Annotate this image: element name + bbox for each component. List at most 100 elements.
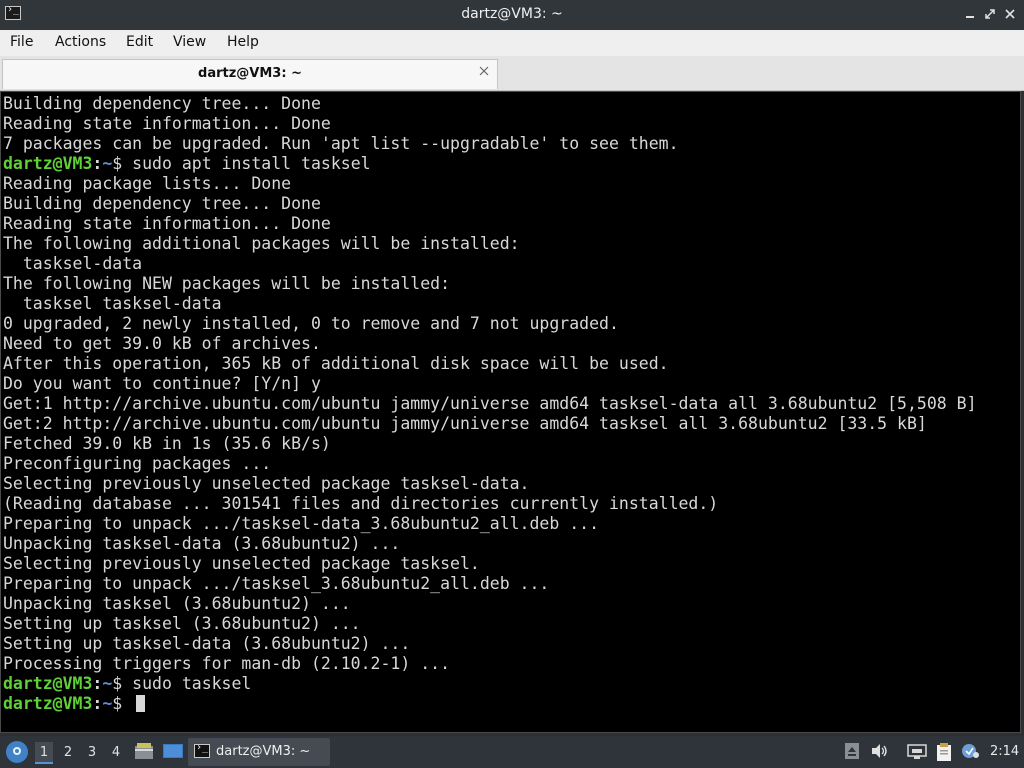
terminal-line-text: tasksel-data: [3, 254, 143, 273]
terminal-line-text: Selecting previously unselected package …: [3, 474, 530, 493]
terminal-line: Reading state information... Done: [3, 214, 977, 234]
prompt-symbol: $: [112, 694, 123, 713]
terminal-line-text: Get:2 http://archive.ubuntu.com/ubuntu j…: [3, 414, 927, 433]
terminal-line: Setting up tasksel-data (3.68ubuntu2) ..…: [3, 634, 977, 654]
menu-edit[interactable]: Edit: [126, 34, 153, 50]
prompt-path: ~: [102, 674, 113, 693]
terminal-view[interactable]: Building dependency tree... Done Reading …: [0, 91, 1021, 733]
eject-icon[interactable]: [843, 743, 861, 761]
minimize-button[interactable]: [962, 6, 978, 22]
terminal-line: The following additional packages will b…: [3, 234, 977, 254]
lxqt-menu-icon[interactable]: [6, 741, 28, 763]
clock: 2:14: [990, 744, 1020, 759]
prompt-path: ~: [102, 694, 113, 713]
terminal-line: Unpacking tasksel-data (3.68ubuntu2) ...: [3, 534, 977, 554]
terminal-line: Building dependency tree... Done: [3, 194, 977, 214]
close-window-button[interactable]: [1002, 6, 1018, 22]
terminal-line: 7 packages can be upgraded. Run 'apt lis…: [3, 134, 977, 154]
taskbar-task-terminal[interactable]: dartz@VM3: ~: [188, 738, 330, 766]
terminal-line-text: Building dependency tree... Done: [3, 94, 321, 113]
terminal-line: Preparing to unpack .../tasksel_3.68ubun…: [3, 574, 977, 594]
terminal-line-text: [122, 694, 132, 713]
workspace-4[interactable]: 4: [107, 742, 125, 764]
workspace-3[interactable]: 3: [83, 742, 101, 764]
terminal-line-text: Reading state information... Done: [3, 114, 331, 133]
terminal-line-text: Get:1 http://archive.ubuntu.com/ubuntu j…: [3, 394, 977, 413]
menu-help[interactable]: Help: [227, 34, 259, 50]
prompt-separator: :: [92, 674, 103, 693]
terminal-line: Preconfiguring packages ...: [3, 454, 977, 474]
terminal-line-text: Do you want to continue? [Y/n] y: [3, 374, 321, 393]
menu-bar: File Actions Edit View Help: [0, 30, 1024, 56]
terminal-line: Need to get 39.0 kB of archives.: [3, 334, 977, 354]
menu-file[interactable]: File: [10, 34, 33, 50]
close-icon: [1005, 9, 1015, 19]
minimize-icon: [966, 16, 974, 18]
text-cursor: [136, 695, 146, 712]
terminal-line: Do you want to continue? [Y/n] y: [3, 374, 977, 394]
clipboard-icon[interactable]: [935, 743, 953, 761]
prompt-separator: :: [92, 154, 103, 173]
menu-view[interactable]: View: [173, 34, 206, 50]
maximize-icon: [985, 9, 995, 19]
terminal-line: tasksel tasksel-data: [3, 294, 977, 314]
window-title: dartz@VM3: ~: [461, 6, 563, 22]
terminal-icon: [194, 742, 210, 758]
volume-icon[interactable]: [871, 743, 889, 761]
terminal-line: (Reading database ... 301541 files and d…: [3, 494, 977, 514]
network-icon[interactable]: [907, 743, 927, 761]
terminal-line-text: Unpacking tasksel (3.68ubuntu2) ...: [3, 594, 351, 613]
terminal-line: Preparing to unpack .../tasksel-data_3.6…: [3, 514, 977, 534]
workspace-2[interactable]: 2: [59, 742, 77, 764]
terminal-line: tasksel-data: [3, 254, 977, 274]
prompt-user-host: dartz@VM3: [3, 694, 93, 713]
terminal-line: Selecting previously unselected package …: [3, 554, 977, 574]
terminal-line-text: Setting up tasksel (3.68ubuntu2) ...: [3, 614, 361, 633]
task-label: dartz@VM3: ~: [216, 744, 311, 759]
terminal-line-text: Reading package lists... Done: [3, 174, 292, 193]
terminal-line: dartz@VM3:~$ sudo apt install tasksel: [3, 154, 977, 174]
terminal-line-text: Unpacking tasksel-data (3.68ubuntu2) ...: [3, 534, 401, 553]
terminal-line-text: Building dependency tree... Done: [3, 194, 321, 213]
terminal-line: Building dependency tree... Done: [3, 94, 977, 114]
terminal-line: Get:2 http://archive.ubuntu.com/ubuntu j…: [3, 414, 977, 434]
prompt-symbol: $: [112, 674, 123, 693]
terminal-line-text: Preparing to unpack .../tasksel-data_3.6…: [3, 514, 600, 533]
terminal-line-text: Preconfiguring packages ...: [3, 454, 272, 473]
tab-terminal[interactable]: dartz@VM3: ~: [2, 59, 498, 89]
terminal-line-text: (Reading database ... 301541 files and d…: [3, 494, 719, 513]
terminal-line: Unpacking tasksel (3.68ubuntu2) ...: [3, 594, 977, 614]
tab-title: dartz@VM3: ~: [198, 66, 302, 81]
prompt-user-host: dartz@VM3: [3, 154, 93, 173]
terminal-line-text: After this operation, 365 kB of addition…: [3, 354, 669, 373]
prompt-separator: :: [92, 694, 103, 713]
taskbar: 1 2 3 4 dartz@VM3: ~ 2:14: [0, 736, 1024, 768]
terminal-line: Selecting previously unselected package …: [3, 474, 977, 494]
maximize-button[interactable]: [982, 6, 998, 22]
terminal-line: 0 upgraded, 2 newly installed, 0 to remo…: [3, 314, 977, 334]
terminal-line: dartz@VM3:~$: [3, 694, 977, 714]
workspace-1[interactable]: 1: [35, 742, 53, 764]
terminal-line: Reading state information... Done: [3, 114, 977, 134]
terminal-line-text: sudo tasksel: [122, 674, 252, 693]
terminal-line-text: The following additional packages will b…: [3, 234, 520, 253]
terminal-line-text: Need to get 39.0 kB of archives.: [3, 334, 321, 353]
update-notifier-icon[interactable]: [961, 743, 979, 761]
prompt-symbol: $: [112, 154, 123, 173]
terminal-line-text: Preparing to unpack .../tasksel_3.68ubun…: [3, 574, 550, 593]
terminal-line: The following NEW packages will be insta…: [3, 274, 977, 294]
terminal-line-text: tasksel tasksel-data: [3, 294, 222, 313]
show-desktop-icon[interactable]: [163, 743, 183, 759]
prompt-path: ~: [102, 154, 113, 173]
menu-actions[interactable]: Actions: [55, 34, 106, 50]
tab-close-button[interactable]: [479, 64, 489, 80]
terminal-line: After this operation, 365 kB of addition…: [3, 354, 977, 374]
window-titlebar[interactable]: dartz@VM3: ~: [0, 0, 1024, 30]
terminal-line: Processing triggers for man-db (2.10.2-1…: [3, 654, 977, 674]
terminal-output: Building dependency tree... Done Reading …: [3, 94, 977, 714]
tab-strip: dartz@VM3: ~: [0, 56, 1024, 91]
terminal-line-text: Selecting previously unselected package …: [3, 554, 480, 573]
prompt-user-host: dartz@VM3: [3, 674, 93, 693]
terminal-line-text: 0 upgraded, 2 newly installed, 0 to remo…: [3, 314, 619, 333]
file-manager-icon[interactable]: [135, 743, 153, 759]
